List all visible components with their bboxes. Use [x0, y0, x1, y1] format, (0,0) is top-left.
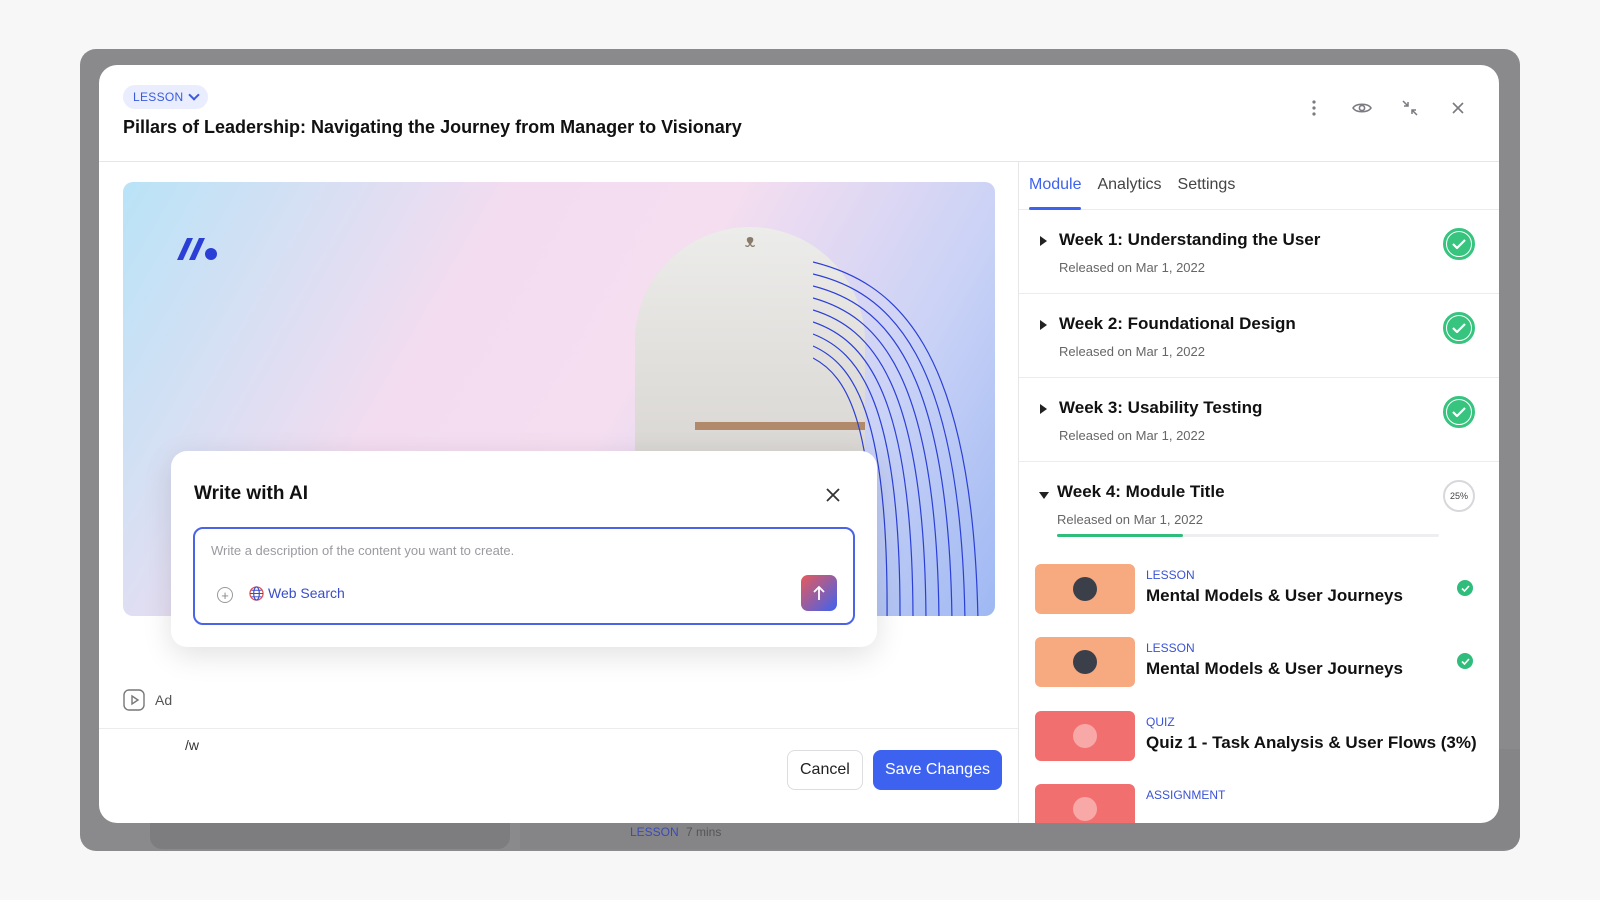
week-title: Week 2: Foundational Design: [1059, 314, 1296, 333]
item-type: LESSON: [1146, 568, 1195, 582]
modal-header: LESSON Pillars of Leadership: Navigating…: [99, 65, 1499, 162]
collapse-icon[interactable]: [1399, 97, 1421, 119]
video-icon: [123, 689, 145, 711]
close-icon[interactable]: [1447, 97, 1469, 119]
collapse-triangle-icon[interactable]: [1039, 492, 1049, 499]
expand-triangle-icon[interactable]: [1040, 236, 1047, 246]
quiz-icon: [1073, 724, 1097, 748]
item-thumbnail: [1035, 784, 1135, 823]
send-button[interactable]: [801, 575, 837, 611]
week-title: Week 1: Understanding the User: [1059, 230, 1321, 249]
progress-ring: 25%: [1443, 480, 1475, 512]
cancel-button[interactable]: Cancel: [787, 750, 863, 790]
week-row-4[interactable]: Week 4: Module Title Released on Mar 1, …: [1019, 462, 1499, 552]
week-progress-fill: [1057, 534, 1184, 537]
ai-prompt-input[interactable]: [211, 543, 831, 558]
week-row-2[interactable]: Week 2: Foundational Design Released on …: [1019, 294, 1499, 378]
week-row-3[interactable]: Week 3: Usability Testing Released on Ma…: [1019, 378, 1499, 462]
item-type: LESSON: [1146, 641, 1195, 655]
check-circle-icon: [1443, 396, 1475, 428]
week-release-date: Released on Mar 1, 2022: [1059, 428, 1205, 443]
more-vertical-icon[interactable]: [1303, 97, 1325, 119]
week-progress-bar: [1057, 534, 1439, 537]
check-icon: [1457, 580, 1473, 596]
list-item[interactable]: LESSON Mental Models & User Journeys: [1035, 633, 1485, 689]
page-title: Pillars of Leadership: Navigating the Jo…: [123, 117, 742, 137]
item-title: Mental Models & User Journeys: [1146, 586, 1403, 605]
add-video-label: Ad: [155, 692, 173, 708]
sidebar-tabs: Module Analytics Settings: [1019, 162, 1499, 210]
background-duration: 7 mins: [686, 825, 722, 839]
arrow-up-icon: [813, 585, 825, 600]
eye-icon[interactable]: [1351, 97, 1373, 119]
web-search-button[interactable]: Web Search: [249, 585, 345, 601]
item-type: QUIZ: [1146, 715, 1175, 729]
lesson-icon: [1073, 577, 1097, 601]
type-dropdown[interactable]: LESSON: [123, 85, 208, 109]
check-circle-icon: [1443, 312, 1475, 344]
week-title: Week 4: Module Title: [1057, 482, 1225, 501]
list-item[interactable]: LESSON Mental Models & User Journeys: [1035, 560, 1485, 616]
lesson-icon: [1073, 650, 1097, 674]
save-changes-button[interactable]: Save Changes: [873, 750, 1002, 790]
brand-logo: [177, 238, 217, 260]
plus-icon[interactable]: +: [217, 587, 233, 603]
background-lesson-label: LESSON: [630, 825, 679, 839]
web-search-label: Web Search: [268, 585, 345, 601]
list-item[interactable]: QUIZ Quiz 1 - Task Analysis & User Flows…: [1035, 707, 1485, 763]
globe-icon: [249, 585, 264, 601]
tab-settings[interactable]: Settings: [1178, 162, 1236, 210]
item-thumbnail: [1035, 637, 1135, 687]
chevron-down-icon: [187, 89, 200, 101]
expand-triangle-icon[interactable]: [1040, 404, 1047, 414]
close-icon[interactable]: [823, 485, 843, 505]
item-thumbnail: [1035, 711, 1135, 761]
modal-footer: Cancel Save Changes: [99, 728, 1019, 823]
type-dropdown-label: LESSON: [133, 90, 184, 104]
week-release-date: Released on Mar 1, 2022: [1059, 344, 1205, 359]
module-sidebar: Module Analytics Settings Week 1: Unders…: [1018, 162, 1499, 823]
assignment-icon: [1073, 797, 1097, 821]
antler-decoration: ᵜ: [745, 229, 756, 259]
week-release-date: Released on Mar 1, 2022: [1059, 260, 1205, 275]
write-with-ai-popup: Write with AI + Web Search: [171, 451, 877, 647]
tab-analytics[interactable]: Analytics: [1097, 162, 1161, 210]
item-type: ASSIGNMENT: [1146, 788, 1226, 802]
add-video-row[interactable]: Ad: [123, 689, 172, 711]
week-row-1[interactable]: Week 1: Understanding the User Released …: [1019, 210, 1499, 294]
ai-prompt-box: + Web Search: [193, 527, 855, 625]
week-release-date: Released on Mar 1, 2022: [1057, 512, 1203, 527]
expand-triangle-icon[interactable]: [1040, 320, 1047, 330]
ai-popup-title: Write with AI: [194, 483, 308, 504]
list-item[interactable]: ASSIGNMENT: [1035, 780, 1485, 823]
check-icon: [1457, 653, 1473, 669]
lesson-modal: LESSON Pillars of Leadership: Navigating…: [99, 65, 1499, 823]
item-thumbnail: [1035, 564, 1135, 614]
editor-area: ᵜ Ad /w Cancel Save Changes Write with A…: [99, 162, 1019, 823]
item-title: Quiz 1 - Task Analysis & User Flows (3%): [1146, 733, 1477, 752]
week-title: Week 3: Usability Testing: [1059, 398, 1263, 417]
tab-module[interactable]: Module: [1029, 162, 1082, 210]
check-circle-icon: [1443, 228, 1475, 260]
header-actions: [1303, 97, 1469, 119]
item-title: Mental Models & User Journeys: [1146, 659, 1403, 678]
